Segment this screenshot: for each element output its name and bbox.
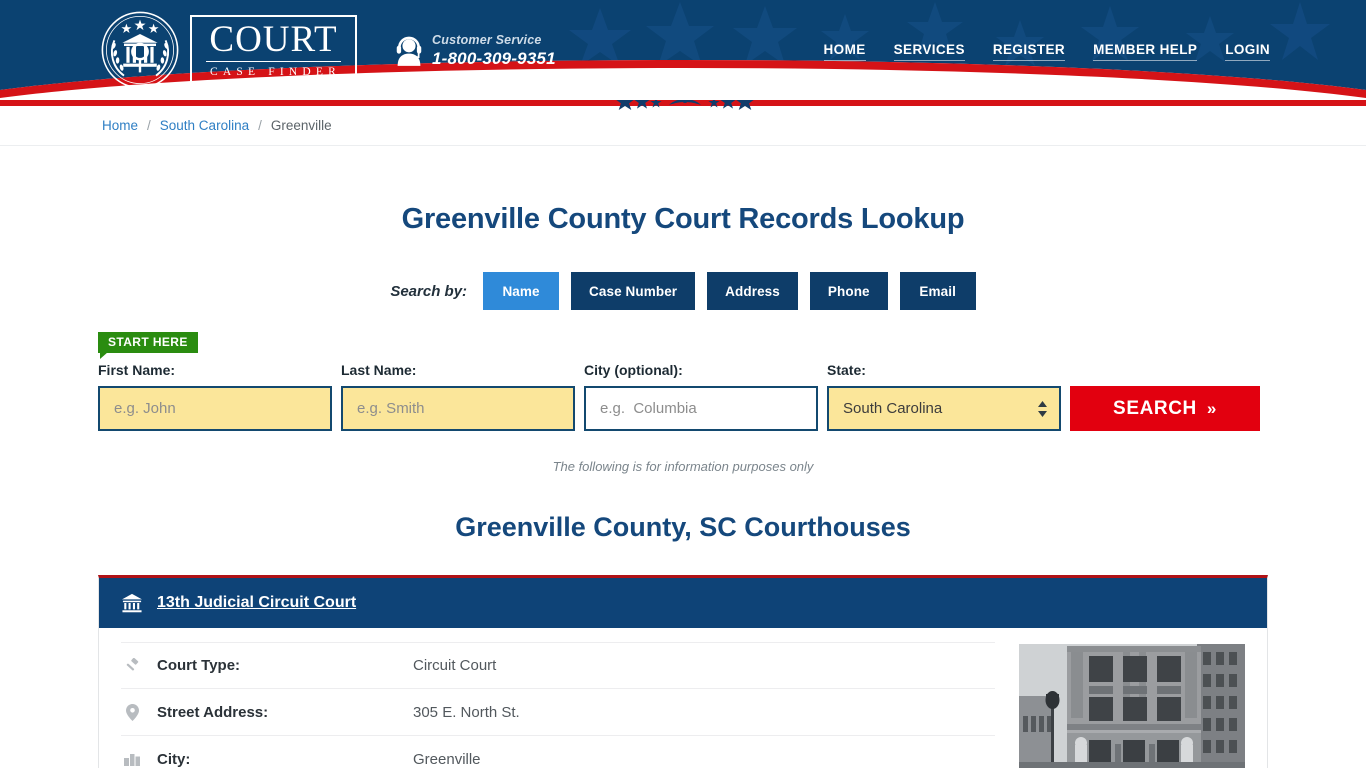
main-navigation: HOME SERVICES REGISTER MEMBER HELP LOGIN (823, 42, 1270, 61)
detail-label-city: City: (157, 750, 191, 768)
start-here-badge-wrap: START HERE (98, 332, 1268, 359)
double-chevron-right-icon: » (1206, 398, 1217, 418)
courthouse-card: 13th Judicial Circuit Court Court Type: … (98, 575, 1268, 768)
start-here-badge: START HERE (98, 332, 198, 359)
logo-wordmark: COURT CASE FINDER (190, 14, 358, 86)
court-search-form: First Name: Last Name: City (optional): … (98, 362, 1268, 431)
courthouse-card-header: 13th Judicial Circuit Court (99, 578, 1267, 628)
first-name-input[interactable] (98, 386, 332, 431)
state-field-group: State: (827, 362, 1061, 431)
detail-row-court-type: Court Type: Circuit Court (121, 642, 995, 689)
map-pin-icon (121, 703, 143, 721)
tab-email[interactable]: Email (899, 272, 976, 310)
gavel-icon (121, 657, 143, 674)
breadcrumb-current: Greenville (270, 118, 332, 133)
section-title: Greenville County, SC Courthouses (455, 512, 911, 542)
detail-row-street-address: Street Address: 305 E. North St. (121, 689, 995, 736)
breadcrumb-separator-1: / (147, 118, 151, 133)
breadcrumb-home[interactable]: Home (102, 118, 138, 133)
state-label: State: (827, 362, 866, 378)
detail-label-court-type: Court Type: (157, 657, 241, 674)
nav-member-help[interactable]: MEMBER HELP (1093, 42, 1198, 61)
last-name-field-group: Last Name: (341, 362, 575, 431)
detail-value-street-address: 305 E. North St. (413, 703, 520, 721)
customer-service-label: Customer Service (432, 32, 542, 47)
tab-address[interactable]: Address (707, 272, 798, 310)
customer-service-block: Customer Service 1-800-309-9351 (395, 33, 556, 70)
courthouse-card-body: Court Type: Circuit Court Street Address… (99, 628, 1267, 768)
first-name-field-group: First Name: (98, 362, 332, 431)
search-by-label: Search by: (390, 282, 468, 300)
courthouse-name-link[interactable]: 13th Judicial Circuit Court (157, 594, 356, 612)
courthouse-detail-list: Court Type: Circuit Court Street Address… (121, 642, 1019, 768)
logo-subtitle: CASE FINDER (210, 65, 342, 78)
tab-name[interactable]: Name (483, 272, 560, 310)
detail-row-city: City: Greenville (121, 736, 995, 768)
nav-login[interactable]: LOGIN (1225, 42, 1270, 61)
tab-phone[interactable]: Phone (809, 272, 888, 310)
city-label: City (optional): (584, 362, 683, 378)
main-content: Greenville County Court Records Lookup S… (0, 203, 1366, 768)
search-button-label: SEARCH (1113, 397, 1197, 419)
courthouse-photo (1019, 644, 1245, 768)
city-buildings-icon (121, 752, 143, 766)
site-header: COURT CASE FINDER Customer Service 1-800… (0, 0, 1366, 100)
page-title: Greenville County Court Records Lookup (401, 203, 965, 235)
breadcrumb-south-carolina[interactable]: South Carolina (160, 118, 249, 133)
info-note: The following is for information purpose… (552, 459, 814, 474)
headset-support-icon (396, 36, 422, 66)
first-name-label: First Name: (98, 362, 176, 378)
city-field-group: City (optional): (584, 362, 818, 431)
detail-label-street-address: Street Address: (157, 703, 269, 721)
detail-value-court-type: Circuit Court (413, 657, 497, 674)
breadcrumb-separator-2: / (258, 118, 262, 133)
state-select-wrap (827, 386, 1061, 431)
nav-home[interactable]: HOME (823, 42, 866, 61)
nav-register[interactable]: REGISTER (992, 42, 1066, 61)
search-by-tabs: Search by: Name Case Number Address Phon… (98, 272, 1268, 310)
last-name-label: Last Name: (341, 362, 417, 378)
detail-value-city: Greenville (413, 750, 481, 768)
city-input[interactable] (584, 386, 818, 431)
customer-service-phone[interactable]: 1-800-309-9351 (432, 48, 556, 69)
bank-courthouse-icon (122, 593, 142, 613)
site-logo[interactable]: COURT CASE FINDER (100, 10, 358, 90)
logo-title: COURT (206, 21, 342, 62)
state-select[interactable] (827, 386, 1061, 431)
last-name-input[interactable] (341, 386, 575, 431)
search-button[interactable]: SEARCH » (1070, 386, 1260, 431)
nav-services[interactable]: SERVICES (893, 42, 965, 61)
breadcrumb: Home / South Carolina / Greenville (0, 106, 1366, 146)
tab-case-number[interactable]: Case Number (571, 272, 696, 310)
courthouse-seal-icon (101, 11, 179, 89)
